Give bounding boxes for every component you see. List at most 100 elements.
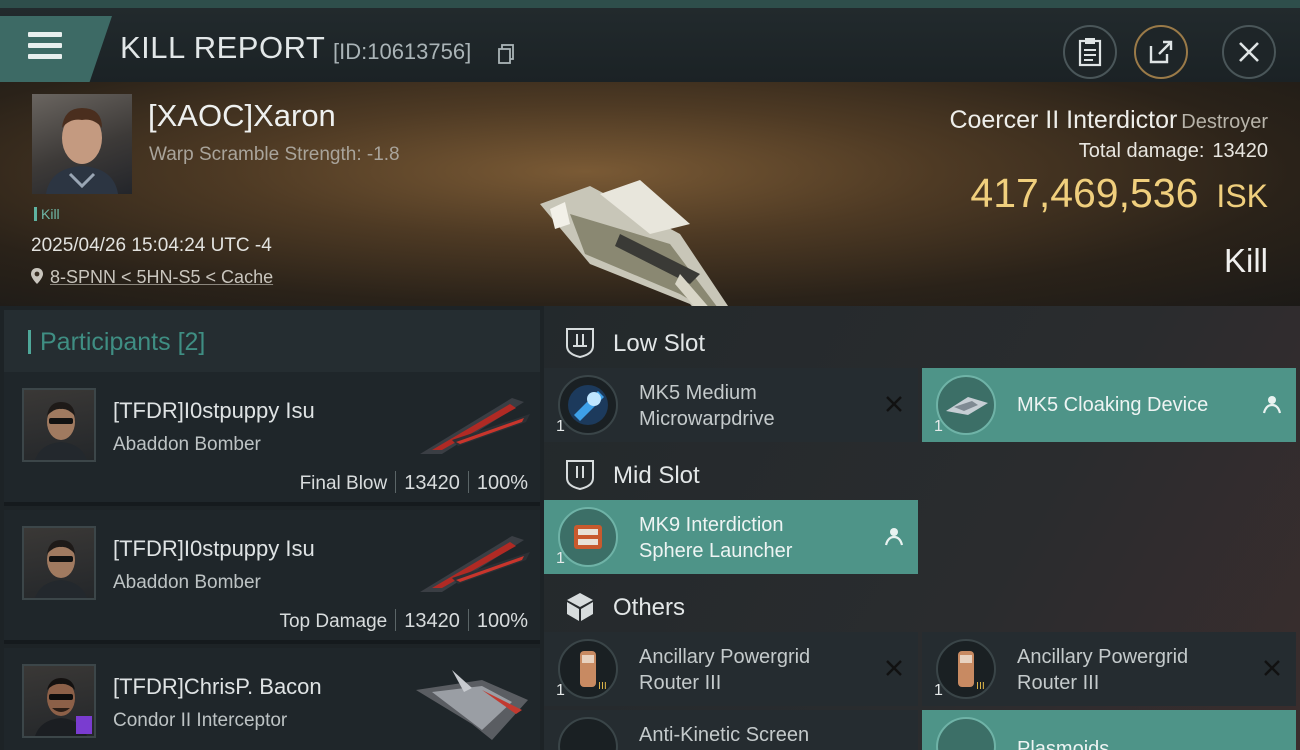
cube-icon <box>567 593 593 621</box>
svg-text:III: III <box>976 681 985 692</box>
person-icon <box>884 528 904 546</box>
low-slot-header: Low Slot <box>544 310 1300 374</box>
module-item[interactable]: Anti-Kinetic Screen <box>544 710 918 750</box>
participant-name: [TFDR]I0stpuppy Isu <box>113 398 315 423</box>
module-name: MK9 Interdiction Sphere Launcher <box>639 514 793 562</box>
module-qty: 1 <box>556 682 565 699</box>
participant-ship: Condor II Interceptor <box>113 710 288 731</box>
victim-panel: [XAOC]Xaron Warp Scramble Strength: -1.8… <box>0 82 1300 374</box>
module-item[interactable]: 1 MK5 Medium Microwarpdrive <box>544 368 918 442</box>
person-icon <box>1262 396 1282 414</box>
isk-amount: 417,469,536 <box>970 170 1199 216</box>
module-name: Ancillary Powergrid Router III <box>639 646 811 694</box>
victim-subtitle: Warp Scramble Strength: -1.8 <box>149 144 400 165</box>
location-text[interactable]: 8-SPNN < 5HN-S5 < Cache <box>50 267 273 287</box>
plasmoids-icon <box>936 717 996 750</box>
ship-class-text: Destroyer <box>1181 111 1268 133</box>
participant-name: [TFDR]ChrisP. Bacon <box>113 674 322 699</box>
clipboard-icon <box>1078 38 1102 67</box>
top-bar: KILL REPORT [ID:10613756] <box>0 0 1300 82</box>
module-name: Anti-Kinetic Screen <box>639 724 810 746</box>
destroyed-icon <box>886 660 902 676</box>
participant-damage: 13420 <box>404 610 460 632</box>
participant-name: [TFDR]I0stpuppy Isu <box>113 536 315 561</box>
fitting-panel: Low Slot 1 MK5 Medium Microwarpdrive 1 MK… <box>544 306 1300 750</box>
module-item[interactable]: 1 MK9 Interdiction Sphere Launcher <box>544 500 918 574</box>
total-damage-label: Total damage: <box>1078 140 1205 162</box>
powergrid-router-icon: III <box>936 639 996 699</box>
share-button[interactable] <box>1134 25 1188 79</box>
low-slot-icon <box>566 328 594 358</box>
participant-ship: Abaddon Bomber <box>113 572 261 593</box>
low-slot-label: Low Slot <box>613 330 706 357</box>
corp-badge-icon <box>76 716 92 734</box>
page-title: KILL REPORT <box>120 30 326 65</box>
participants-count: [2] <box>177 328 206 356</box>
participant-ship: Abaddon Bomber <box>113 434 261 455</box>
participant-avatar <box>22 526 96 600</box>
participant-role: Final Blow <box>299 473 388 494</box>
participant-card[interactable]: [TFDR]I0stpuppy Isu Abaddon Bomber Final… <box>4 372 540 506</box>
destroyed-icon <box>1264 660 1280 676</box>
module-item[interactable]: III 1 Ancillary Powergrid Router III <box>922 632 1296 706</box>
module-qty: 1 <box>934 682 943 699</box>
mid-slot-label: Mid Slot <box>613 462 700 489</box>
participant-card[interactable]: [TFDR]ChrisP. Bacon Condor II Intercepto… <box>4 648 540 750</box>
participants-header: Participants [2] <box>4 310 540 372</box>
participant-stats: Final Blow 13420 100% <box>300 471 528 495</box>
victim-name[interactable]: [XAOC]Xaron <box>148 98 336 134</box>
map-pin-icon <box>31 268 43 284</box>
copy-icon[interactable] <box>498 44 514 64</box>
kill-datetime: 2025/04/26 15:04:24 UTC -4 <box>31 235 272 256</box>
participant-avatar <box>22 388 96 462</box>
menu-button[interactable] <box>0 16 112 82</box>
kill-location[interactable]: 8-SPNN < 5HN-S5 < Cache <box>30 267 273 288</box>
module-item[interactable]: 1 MK5 Cloaking Device <box>922 368 1296 442</box>
participants-panel: Participants [2] [TFDR]I0stpuppy Isu Aba… <box>0 306 544 750</box>
participant-percent: 100% <box>476 610 528 632</box>
module-name: MK5 Cloaking Device <box>1017 394 1209 416</box>
isk-value: 417,469,536 ISK <box>970 170 1268 217</box>
participant-ship-image <box>416 670 528 740</box>
cloaking-device-icon <box>936 375 996 435</box>
participant-card[interactable]: [TFDR]I0stpuppy Isu Abaddon Bomber Top D… <box>4 510 540 644</box>
report-id: [ID:10613756] <box>333 39 472 64</box>
destroyed-icon <box>886 396 902 412</box>
module-name: MK5 Medium Microwarpdrive <box>639 382 775 430</box>
module-qty: 1 <box>556 550 565 567</box>
svg-text:III: III <box>598 681 607 692</box>
close-icon <box>1239 42 1259 62</box>
participant-damage: 13420 <box>404 472 460 494</box>
module-qty: 1 <box>934 418 943 435</box>
powergrid-router-icon: III <box>558 639 618 699</box>
sphere-launcher-icon <box>558 507 618 567</box>
total-damage-value: 13420 <box>1212 140 1268 162</box>
result-label: Kill <box>1223 242 1268 279</box>
participant-ship-image <box>420 536 530 592</box>
kinetic-screen-icon <box>558 717 618 750</box>
module-name: Plasmoids <box>1017 738 1110 750</box>
ship-name-text: Coercer II Interdictor <box>949 106 1178 134</box>
total-damage: Total damage: 13420 <box>1079 140 1268 163</box>
hamburger-icon <box>28 32 62 65</box>
module-item[interactable]: III 1 Ancillary Powergrid Router III <box>544 632 918 706</box>
module-qty: 1 <box>556 418 565 435</box>
microwarpdrive-icon <box>558 375 618 435</box>
victim-ship-name[interactable]: Coercer II Interdictor Destroyer <box>949 106 1268 135</box>
participant-stats: Top Damage 13420 100% <box>279 609 528 633</box>
module-item[interactable]: Plasmoids <box>922 710 1296 750</box>
others-header: Others <box>544 574 1300 638</box>
mid-slot-header: Mid Slot <box>544 442 1300 506</box>
clipboard-button[interactable] <box>1063 25 1117 79</box>
participant-percent: 100% <box>476 472 528 494</box>
others-label: Others <box>613 594 686 621</box>
kill-tag: Kill <box>34 206 60 222</box>
victim-portrait[interactable] <box>32 94 132 194</box>
participant-ship-image <box>420 398 530 454</box>
share-icon <box>1149 40 1173 64</box>
module-name: Ancillary Powergrid Router III <box>1017 646 1189 694</box>
isk-unit: ISK <box>1216 178 1268 214</box>
participant-role: Top Damage <box>279 611 388 632</box>
participant-avatar <box>22 664 96 738</box>
close-button[interactable] <box>1222 25 1276 79</box>
